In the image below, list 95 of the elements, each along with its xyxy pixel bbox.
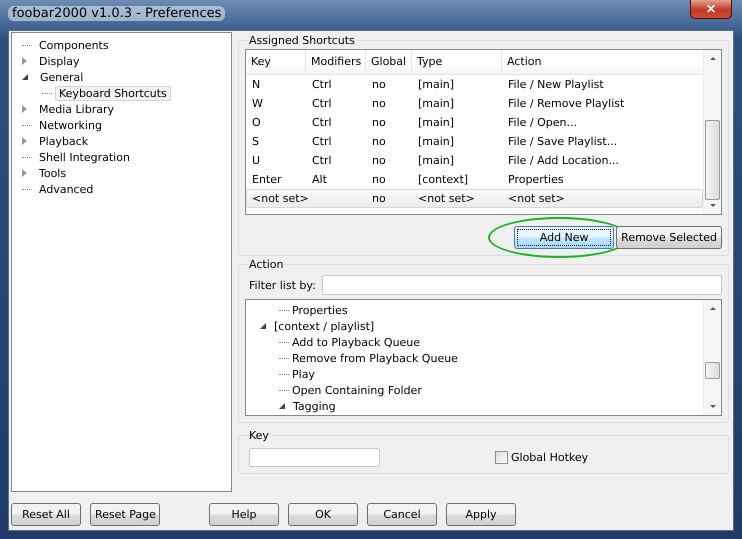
dialog-button[interactable]: Help [209, 503, 279, 526]
tree-item[interactable]: Tools [35, 166, 70, 180]
tree-line [42, 92, 52, 94]
tree-item[interactable]: Playback [35, 134, 92, 148]
tree-line [22, 188, 32, 190]
tree-item[interactable]: Media Library [35, 102, 118, 116]
collapse-icon[interactable] [279, 403, 285, 409]
tree-line [22, 156, 32, 158]
expand-icon[interactable] [22, 57, 27, 65]
table-cell: File / New Playlist [508, 78, 604, 91]
table-cell: File / Save Playlist... [508, 135, 618, 148]
table-cell: no [372, 116, 386, 129]
filter-label: Filter list by: [249, 278, 316, 292]
column-header[interactable]: Key [246, 50, 306, 74]
shortcut-row[interactable]: N Ctrl no [main] File / New Playlist [246, 75, 703, 94]
table-cell: W [252, 97, 263, 110]
table-cell: N [252, 78, 260, 91]
dialog-button[interactable]: Add New [514, 226, 614, 249]
table-cell: U [252, 154, 260, 167]
window-title: foobar2000 v1.0.3 - Preferences [8, 6, 226, 21]
shortcut-row[interactable]: O Ctrl no [main] File / Open... [246, 113, 703, 132]
dialog-button[interactable]: Apply [446, 503, 516, 526]
table-cell: no [372, 173, 386, 186]
tree-item[interactable]: Display [35, 54, 84, 68]
tree-line [22, 44, 32, 46]
group-title: Action [248, 258, 284, 271]
dialog-button[interactable]: Reset Page [90, 503, 160, 526]
table-cell: [context] [418, 173, 468, 186]
scrollbar[interactable] [703, 300, 721, 415]
table-cell: <not set> [508, 192, 565, 205]
checkbox-label: Global Hotkey [511, 451, 588, 464]
table-cell: Alt [312, 173, 327, 186]
table-cell: Ctrl [312, 97, 332, 110]
shortcut-row[interactable]: S Ctrl no [main] File / Save Playlist... [246, 132, 703, 151]
shortcut-row[interactable]: W Ctrl no [main] File / Remove Playlist [246, 94, 703, 113]
table-cell: no [372, 97, 386, 110]
column-header[interactable]: Action [502, 50, 703, 74]
dialog-button[interactable]: Reset All [11, 503, 81, 526]
table-cell: Properties [508, 173, 564, 186]
tree-item[interactable]: Open Containing Folder [292, 384, 422, 396]
group-title: Key [248, 429, 270, 442]
table-cell: no [372, 135, 386, 148]
tree-item[interactable]: Components [35, 38, 113, 52]
group-title: Assigned Shortcuts [248, 34, 356, 47]
collapse-icon[interactable] [22, 74, 28, 80]
table-cell: <not set> [252, 192, 309, 205]
dialog-button[interactable]: Cancel [367, 503, 437, 526]
table-cell: S [252, 135, 259, 148]
tree-item[interactable]: Properties [292, 304, 348, 316]
table-cell: Ctrl [312, 116, 332, 129]
table-cell: [main] [418, 116, 454, 129]
table-cell: [main] [418, 135, 454, 148]
table-cell: File / Open... [508, 116, 577, 129]
table-cell: Ctrl [312, 78, 332, 91]
table-cell: [main] [418, 78, 454, 91]
tree-line [22, 124, 32, 126]
column-header[interactable]: Type [412, 50, 502, 74]
expand-icon[interactable] [22, 137, 27, 145]
dialog-button[interactable]: Remove Selected [616, 226, 722, 249]
column-header[interactable]: Global [366, 50, 412, 74]
collapse-icon[interactable] [260, 323, 266, 329]
table-cell: Enter [252, 173, 282, 186]
table-cell: Ctrl [312, 135, 332, 148]
shortcut-row[interactable]: <not set> no <not set> <not set> [246, 189, 703, 208]
table-cell: [main] [418, 154, 454, 167]
tree-item[interactable]: Tagging [293, 400, 336, 412]
key-field[interactable] [249, 448, 380, 467]
table-cell: <not set> [418, 192, 475, 205]
column-header[interactable]: Modifiers [306, 50, 366, 74]
tree-item[interactable]: Keyboard Shortcuts [55, 86, 171, 100]
tree-item[interactable]: General [36, 70, 88, 84]
table-cell: File / Add Location... [508, 154, 619, 167]
tree-item[interactable]: Add to Playback Queue [292, 336, 420, 348]
expand-icon[interactable] [22, 105, 27, 113]
tree-item[interactable]: Shell Integration [35, 150, 134, 164]
tree-item[interactable]: [context / playlist] [274, 320, 374, 332]
table-cell: [main] [418, 97, 454, 110]
table-cell: no [372, 78, 386, 91]
checkbox[interactable] [495, 451, 508, 464]
close-button[interactable]: ✕ [690, 0, 732, 19]
shortcut-row[interactable]: U Ctrl no [main] File / Add Location... [246, 151, 703, 170]
scrollbar[interactable] [703, 50, 721, 214]
table-cell: File / Remove Playlist [508, 97, 624, 110]
table-cell: no [372, 192, 386, 205]
filter-field[interactable] [322, 275, 722, 295]
table-cell: O [252, 116, 261, 129]
tree-item[interactable]: Advanced [35, 182, 98, 196]
tree-item[interactable]: Remove from Playback Queue [292, 352, 458, 364]
table-cell: Ctrl [312, 154, 332, 167]
table-cell: no [372, 154, 386, 167]
expand-icon[interactable] [22, 169, 27, 177]
tree-item[interactable]: Play [292, 368, 315, 380]
tree-item[interactable]: Networking [35, 118, 106, 132]
shortcut-row[interactable]: Enter Alt no [context] Properties [246, 170, 703, 189]
dialog-button[interactable]: OK [288, 503, 358, 526]
